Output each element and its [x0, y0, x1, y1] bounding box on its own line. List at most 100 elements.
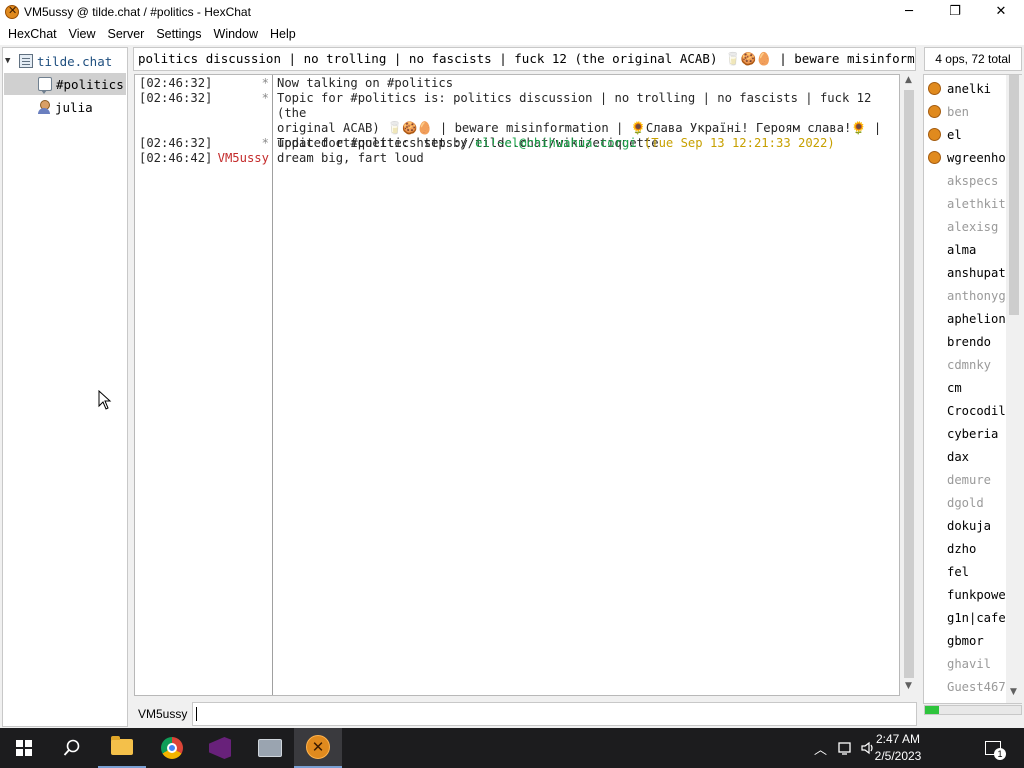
- windows-start-icon[interactable]: [0, 728, 48, 768]
- message-timestamp: [02:46:32]: [139, 136, 213, 150]
- clock-date: 2/5/2023: [874, 749, 922, 763]
- user-list-item[interactable]: anthonyg: [924, 284, 1006, 307]
- user-list-item[interactable]: Crocodil: [924, 399, 1006, 422]
- message-nick[interactable]: VM5ussy: [218, 151, 269, 166]
- user-nick: brendo: [947, 334, 992, 349]
- user-list-item[interactable]: cyberia: [924, 422, 1006, 445]
- chat-log[interactable]: [02:46:32] * Now talking on #politics [0…: [134, 74, 900, 696]
- menu-view[interactable]: View: [63, 27, 102, 41]
- user-nick: el: [947, 127, 962, 142]
- user-nick: dzho: [947, 541, 977, 556]
- user-list-scrollbar[interactable]: ▼: [1006, 75, 1022, 703]
- message-line: original ACAB) 🥛🍪🥚 | beware misinformati…: [277, 121, 882, 135]
- user-list-item[interactable]: anelki: [924, 77, 1006, 100]
- search-icon[interactable]: [48, 728, 96, 768]
- user-list-item[interactable]: alexisg: [924, 215, 1006, 238]
- user-nick: cm: [947, 380, 962, 395]
- tree-query-label: julia: [55, 99, 93, 115]
- menu-help[interactable]: Help: [264, 27, 302, 41]
- user-list-item[interactable]: demure: [924, 468, 1006, 491]
- user-list-item[interactable]: dgold: [924, 491, 1006, 514]
- user-list-item[interactable]: dokuja: [924, 514, 1006, 537]
- user-list-item[interactable]: funkpowe: [924, 583, 1006, 606]
- chevron-up-icon[interactable]: ︿: [814, 728, 832, 768]
- close-button[interactable]: ✕: [978, 0, 1024, 23]
- message-time: (Tue Sep 13 12:21:33 2022): [643, 136, 835, 150]
- message-nick: *: [261, 76, 269, 90]
- channel-tree: ▼ tilde.chat #politics julia: [2, 47, 128, 727]
- user-nick: dax: [947, 449, 970, 464]
- text-caret: [196, 707, 197, 721]
- user-nick: alma: [947, 242, 977, 257]
- user-nick: akspecs: [947, 173, 999, 188]
- scroll-up-icon[interactable]: ▲: [905, 75, 912, 85]
- tree-query-row[interactable]: julia: [37, 96, 93, 118]
- user-list-item[interactable]: Guest467: [924, 675, 1006, 698]
- user-list-item[interactable]: dax: [924, 445, 1006, 468]
- user-list-item[interactable]: g1n|cafe: [924, 606, 1006, 629]
- network-icon[interactable]: [838, 740, 854, 756]
- topic-bar[interactable]: politics discussion | no trolling | no f…: [133, 47, 916, 71]
- user-list-item[interactable]: fel: [924, 560, 1006, 583]
- menu-bar: HexChat View Server Settings Window Help: [0, 23, 1024, 44]
- menu-server[interactable]: Server: [102, 27, 151, 41]
- file-explorer-icon[interactable]: [98, 728, 146, 768]
- channel-icon: [38, 77, 52, 94]
- user-nick: fel: [947, 564, 970, 579]
- notification-icon[interactable]: 1: [978, 728, 1008, 768]
- message-host[interactable]: el!~el@chihuahua.corgi: [475, 136, 636, 150]
- user-nick: alexisg: [947, 219, 999, 234]
- user-list-item[interactable]: alethkit: [924, 192, 1006, 215]
- scroll-down-icon[interactable]: ▼: [905, 681, 912, 691]
- user-list-item[interactable]: aphelion: [924, 307, 1006, 330]
- client-area: ▼ tilde.chat #politics julia politics di…: [0, 45, 1024, 728]
- user-list-item[interactable]: anshupat: [924, 261, 1006, 284]
- user-list-item[interactable]: cm: [924, 376, 1006, 399]
- clock-time: 2:47 AM: [875, 732, 921, 746]
- tree-server-row[interactable]: ▼ tilde.chat: [5, 50, 112, 72]
- user-count: 4 ops, 72 total: [924, 47, 1022, 71]
- chat-scrollbar[interactable]: ▲ ▼: [901, 74, 917, 696]
- user-list-item[interactable]: ben: [924, 100, 1006, 123]
- message-body: dream big, fart loud: [277, 151, 424, 165]
- user-list-item[interactable]: el: [924, 123, 1006, 146]
- window-controls: ─ ❐ ✕: [886, 0, 1024, 23]
- user-nick: funkpowe: [947, 587, 1006, 602]
- chat-scrollbar-thumb[interactable]: [904, 90, 914, 678]
- user-list-item[interactable]: brendo: [924, 330, 1006, 353]
- user-list-scrollbar-thumb[interactable]: [1009, 75, 1019, 315]
- lag-meter: [924, 705, 1022, 715]
- taskbar: ✕ ︿ 2:47 AM 2/5/2023 1: [0, 728, 1024, 768]
- user-list-item[interactable]: wgreenho: [924, 146, 1006, 169]
- maximize-button[interactable]: ❐: [932, 0, 978, 23]
- expander-icon[interactable]: ▼: [5, 56, 15, 66]
- user-list-item[interactable]: akspecs: [924, 169, 1006, 192]
- title-bar: VM5ussy @ tilde.chat / #politics - HexCh…: [0, 0, 1024, 23]
- chrome-icon[interactable]: [148, 728, 196, 768]
- hexchat-icon: [5, 4, 19, 19]
- user-list-item[interactable]: gbmor: [924, 629, 1006, 652]
- op-status-icon: [928, 82, 941, 95]
- server-icon: [19, 54, 33, 68]
- message-timestamp: [02:46:32]: [139, 76, 213, 90]
- menu-settings[interactable]: Settings: [150, 27, 207, 41]
- message-body: Topic for #politics set by el!~el@chihua…: [277, 136, 889, 151]
- message-input[interactable]: [192, 702, 917, 726]
- nick-button[interactable]: VM5ussy: [134, 703, 190, 725]
- mouse-cursor-icon: [98, 390, 112, 410]
- user-list-item[interactable]: ghavil: [924, 652, 1006, 675]
- hexchat-taskbar-icon[interactable]: ✕: [294, 728, 342, 768]
- vm-icon[interactable]: [246, 728, 294, 768]
- user-list-item[interactable]: cdmnky: [924, 353, 1006, 376]
- user-list-item[interactable]: dzho: [924, 537, 1006, 560]
- menu-hexchat[interactable]: HexChat: [2, 27, 63, 41]
- scroll-down-icon[interactable]: ▼: [1010, 687, 1017, 697]
- tree-channel-row[interactable]: #politics: [4, 73, 126, 95]
- message-nick: *: [261, 91, 269, 105]
- visual-studio-icon[interactable]: [196, 728, 244, 768]
- menu-window[interactable]: Window: [208, 27, 264, 41]
- user-list-item[interactable]: alma: [924, 238, 1006, 261]
- clock[interactable]: 2:47 AM 2/5/2023: [874, 731, 922, 765]
- minimize-button[interactable]: ─: [886, 0, 932, 23]
- user-nick: aphelion: [947, 311, 1006, 326]
